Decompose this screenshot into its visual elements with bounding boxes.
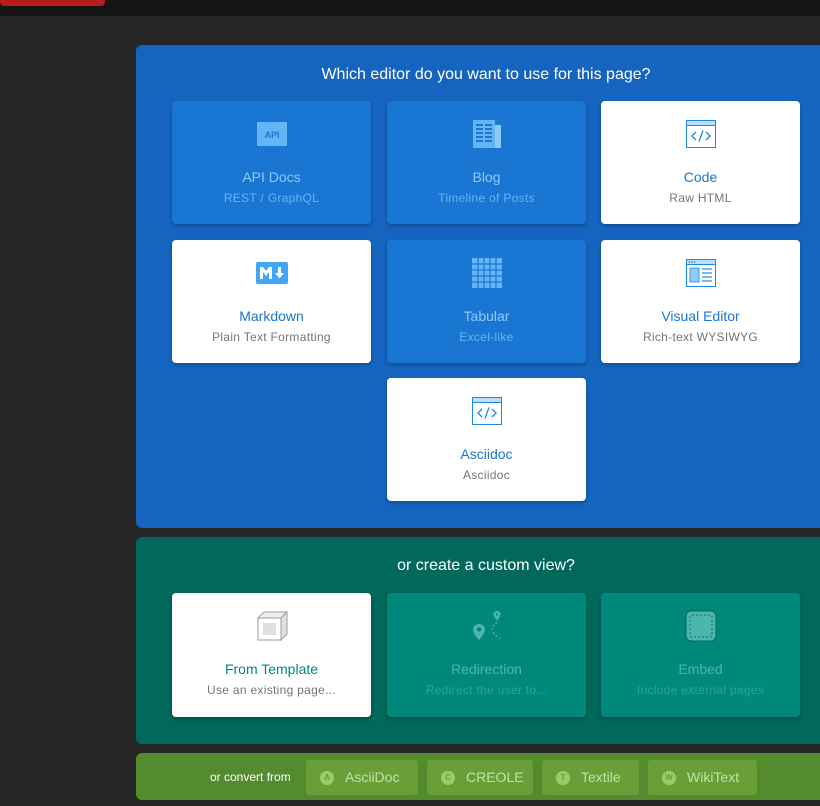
markdown-icon: [256, 262, 288, 284]
convert-option-label: CREOLE: [466, 769, 524, 785]
custom-view-subtitle: Use an existing page...: [207, 683, 336, 697]
editor-card-tabular[interactable]: Tabular Excel-like: [387, 240, 586, 363]
custom-view-title: From Template: [224, 661, 319, 677]
editor-subtitle: REST / GraphQL: [223, 191, 320, 205]
svg-text:API: API: [264, 130, 279, 140]
editor-card-markdown[interactable]: Markdown Plain Text Formatting: [172, 240, 371, 363]
convert-option-creole[interactable]: C CREOLE: [427, 760, 533, 795]
template-icon: [256, 610, 288, 642]
table-icon: [472, 258, 502, 288]
editor-card-code[interactable]: Code Raw HTML: [601, 101, 800, 224]
blog-icon: [473, 120, 501, 148]
code-icon: [686, 120, 716, 148]
editor-prompt: Which editor do you want to use for this…: [321, 66, 651, 83]
convert-option-label: AsciiDoc: [345, 769, 400, 785]
top-bar: [0, 0, 820, 16]
wikitext-letter-icon: W: [662, 771, 676, 785]
custom-card-embed[interactable]: Embed Include external pages: [601, 593, 800, 717]
custom-view-title: Redirection: [451, 661, 522, 677]
editor-title: API Docs: [242, 169, 301, 185]
editor-title: Markdown: [239, 308, 304, 324]
custom-view-subtitle: Include external pages: [636, 683, 765, 697]
custom-view-prompt: or create a custom view?: [397, 557, 575, 574]
convert-option-wikitext[interactable]: W WikiText: [648, 760, 757, 795]
route-icon: [473, 611, 502, 641]
convert-option-asciidoc[interactable]: A AsciiDoc: [306, 760, 418, 795]
code-icon: [472, 397, 502, 425]
editor-subtitle: Raw HTML: [669, 191, 732, 205]
custom-view-panel: or create a custom view? From Template U…: [136, 537, 820, 744]
editor-card-visual-editor[interactable]: Visual Editor Rich-text WYSIWYG: [601, 240, 800, 363]
editor-title: Visual Editor: [661, 308, 740, 324]
editor-title: Asciidoc: [460, 446, 513, 462]
creole-letter-icon: C: [441, 771, 455, 785]
convert-option-textile[interactable]: T Textile: [542, 760, 639, 795]
editor-subtitle: Asciidoc: [462, 468, 511, 482]
custom-card-redirection[interactable]: Redirection Redirect the user to...: [387, 593, 586, 717]
convert-panel: or convert from A AsciiDoc C CREOLE T Te…: [136, 753, 820, 800]
editor-selection-panel: Which editor do you want to use for this…: [136, 45, 820, 528]
custom-card-from-template[interactable]: From Template Use an existing page...: [172, 593, 371, 717]
convert-option-label: Textile: [581, 769, 621, 785]
editor-card-blog[interactable]: Blog Timeline of Posts: [387, 101, 586, 224]
editor-title: Tabular: [463, 308, 510, 324]
editor-subtitle: Timeline of Posts: [438, 191, 535, 205]
visual-editor-icon: [686, 259, 716, 287]
convert-label: or convert from: [210, 770, 291, 784]
editor-subtitle: Excel-like: [459, 330, 514, 344]
editor-card-asciidoc[interactable]: Asciidoc Asciidoc: [387, 378, 586, 501]
top-bar-tab[interactable]: [0, 0, 105, 6]
custom-view-subtitle: Redirect the user to...: [425, 683, 548, 697]
editor-card-api-docs[interactable]: API API Docs REST / GraphQL: [172, 101, 371, 224]
convert-option-label: WikiText: [687, 769, 740, 785]
api-icon: API: [257, 122, 287, 146]
embed-icon: [685, 610, 717, 642]
editor-subtitle: Rich-text WYSIWYG: [642, 330, 759, 344]
textile-letter-icon: T: [556, 771, 570, 785]
editor-title: Blog: [472, 169, 501, 185]
editor-title: Code: [683, 169, 718, 185]
custom-view-title: Embed: [678, 661, 723, 677]
asciidoc-letter-icon: A: [320, 771, 334, 785]
editor-subtitle: Plain Text Formatting: [212, 330, 331, 344]
